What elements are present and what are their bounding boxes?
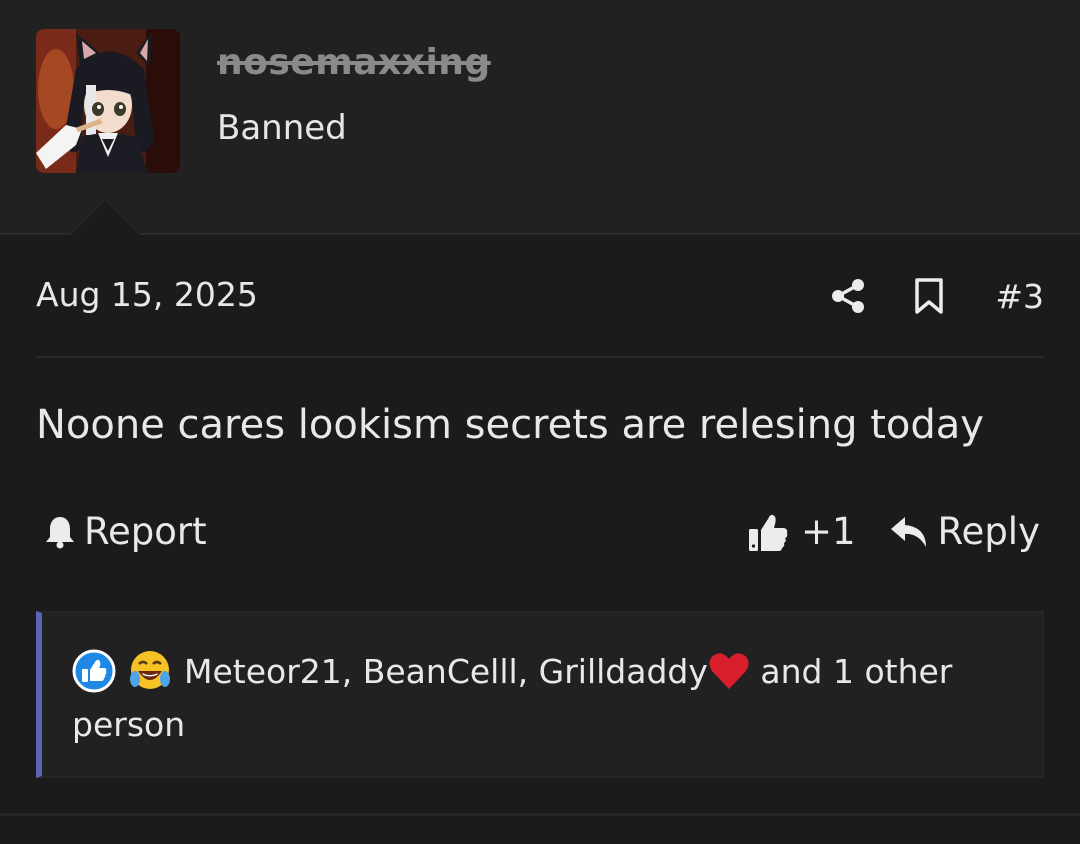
like-count: +1	[801, 510, 856, 553]
bookmark-icon[interactable]	[913, 277, 945, 315]
avatar-image	[36, 29, 180, 173]
post-bottom-border	[0, 813, 1080, 816]
header-arrow	[70, 200, 140, 235]
avatar[interactable]	[36, 29, 180, 173]
user-title: Banned	[217, 108, 347, 148]
reactions-bar[interactable]: Meteor21, BeanCelll, Grilldaddy and 1 ot…	[36, 611, 1044, 778]
like-button[interactable]: +1	[747, 510, 856, 553]
meta-divider	[36, 356, 1044, 358]
post-number[interactable]: #3	[995, 277, 1044, 316]
share-icon[interactable]	[830, 278, 866, 314]
reactions-summary: Meteor21, BeanCelll, Grilldaddy and 1 ot…	[72, 645, 1012, 751]
reply-icon	[890, 516, 926, 547]
report-button[interactable]: Report	[44, 510, 207, 553]
bell-icon	[46, 516, 74, 548]
like-reaction-icon	[72, 649, 116, 693]
report-label: Report	[84, 510, 207, 553]
post-date[interactable]: Aug 15, 2025	[36, 275, 258, 314]
reaction-users[interactable]: Meteor21, BeanCelll, Grilldaddy	[184, 652, 708, 691]
laughing-crying-emoji-icon	[130, 651, 170, 689]
post-message: Noone cares lookism secrets are relesing…	[36, 402, 984, 448]
thumbs-up-icon	[749, 514, 788, 551]
post-container: nosemaxxing Banned Aug 15, 2025 #3 Noone…	[0, 0, 1080, 844]
user-header: nosemaxxing Banned	[0, 0, 1080, 235]
username[interactable]: nosemaxxing	[217, 42, 491, 83]
heart-icon	[709, 653, 749, 689]
post-meta-actions: #3	[830, 273, 1044, 319]
post-body: Aug 15, 2025 #3 Noone cares lookism secr…	[0, 235, 1080, 844]
post-footer-actions: Report +1 Reply	[36, 510, 1044, 560]
reply-button[interactable]: Reply	[890, 510, 1040, 553]
reply-label: Reply	[937, 510, 1040, 553]
